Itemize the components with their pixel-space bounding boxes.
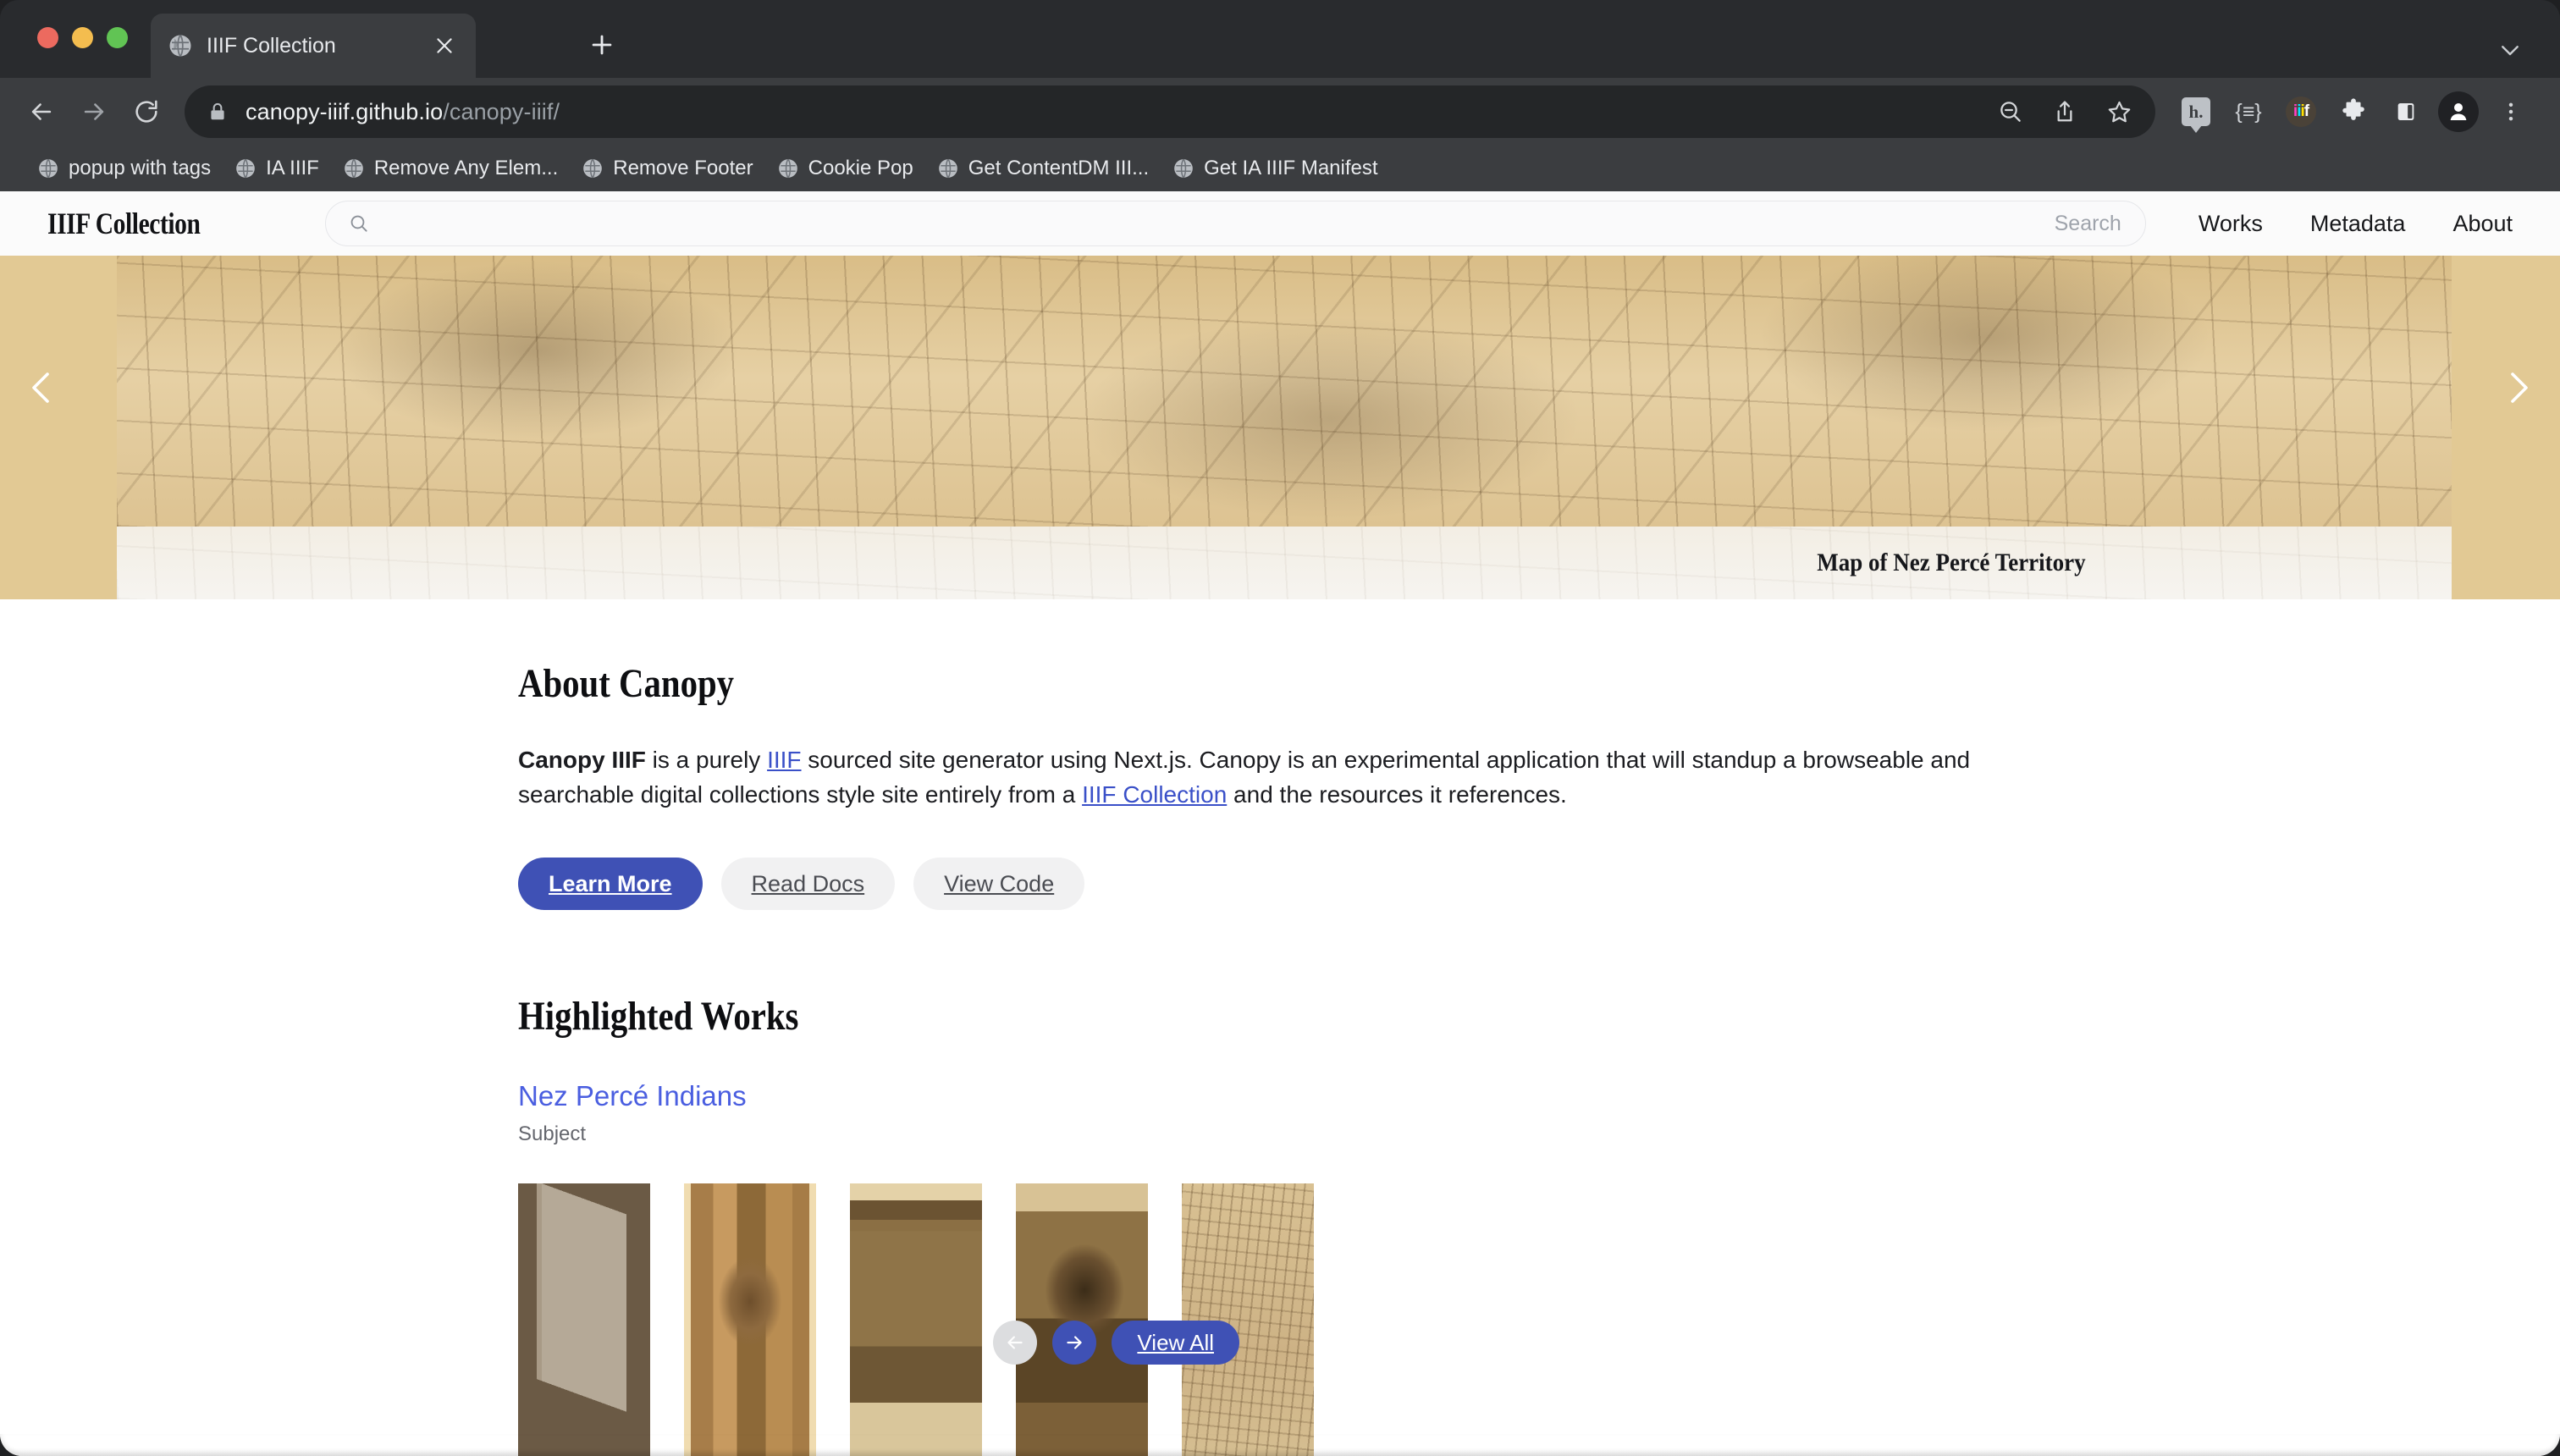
globe-icon bbox=[234, 157, 257, 179]
three-dot-menu-icon[interactable] bbox=[2487, 88, 2535, 135]
browser-toolbar: canopy-iiif.github.io/canopy-iiif/ h. {≡… bbox=[0, 78, 2560, 146]
reload-icon[interactable] bbox=[122, 87, 171, 136]
new-tab-button[interactable] bbox=[581, 24, 623, 66]
url-path: /canopy-iiif/ bbox=[443, 98, 560, 124]
iiif-extension-icon[interactable]: iiif bbox=[2277, 88, 2325, 135]
tab-strip: IIIF Collection bbox=[0, 0, 2560, 78]
highlighted-works-section: Highlighted Works Nez Percé Indians Subj… bbox=[518, 910, 2550, 1146]
learn-more-button[interactable]: Learn More bbox=[518, 858, 703, 910]
highlighted-works-thumbnails bbox=[518, 1183, 2560, 1456]
about-heading: About Canopy bbox=[518, 661, 735, 706]
bookmark-label: IA IIIF bbox=[266, 157, 319, 179]
view-code-button[interactable]: View Code bbox=[913, 858, 1085, 910]
bookmark-item[interactable]: IA IIIF bbox=[223, 152, 331, 185]
extension-icons: h. {≡} iiif bbox=[2172, 88, 2535, 135]
close-window-button[interactable] bbox=[37, 27, 58, 48]
carousel-controls: View All bbox=[993, 1321, 1239, 1365]
bookmarks-bar: popup with tags IA IIIF Remove Any Elem.… bbox=[0, 146, 2560, 191]
nav-item-about[interactable]: About bbox=[2452, 211, 2513, 237]
globe-icon bbox=[168, 33, 193, 58]
browser-tab[interactable]: IIIF Collection bbox=[151, 14, 476, 78]
view-all-button[interactable]: View All bbox=[1112, 1321, 1239, 1365]
page-viewport: IIIF Collection Search Works Metadata Ab… bbox=[0, 191, 2560, 1456]
hero-carousel: Map of Nez Percé Territory bbox=[0, 256, 2560, 599]
about-section: About Canopy Canopy IIIF is a purely III… bbox=[518, 599, 2550, 910]
page-bottom-shadow bbox=[0, 1448, 2560, 1456]
window-traffic-lights bbox=[37, 27, 128, 48]
bookmark-item[interactable]: popup with tags bbox=[25, 152, 223, 185]
search-input[interactable]: Search bbox=[325, 201, 2146, 246]
omnibox-actions bbox=[1986, 85, 2143, 138]
lock-icon bbox=[207, 101, 229, 123]
maximize-window-button[interactable] bbox=[107, 27, 128, 48]
work-thumbnail[interactable] bbox=[684, 1183, 816, 1456]
bookmark-label: Get IA IIIF Manifest bbox=[1204, 157, 1378, 179]
bookmark-label: Cookie Pop bbox=[808, 157, 913, 179]
bookmark-label: popup with tags bbox=[69, 157, 212, 179]
search-label: Search bbox=[2054, 211, 2121, 235]
zoom-out-icon[interactable] bbox=[1986, 87, 2035, 136]
hero-image[interactable] bbox=[117, 256, 2452, 527]
hypothesis-extension-icon[interactable]: h. bbox=[2172, 88, 2220, 135]
globe-icon bbox=[582, 157, 604, 179]
about-text-3: and the resources it references. bbox=[1227, 781, 1567, 808]
nav-item-metadata[interactable]: Metadata bbox=[2310, 211, 2406, 237]
hero-image-fade bbox=[117, 527, 2452, 599]
work-thumbnail[interactable] bbox=[1182, 1183, 1314, 1456]
site-header: IIIF Collection Search Works Metadata Ab… bbox=[0, 191, 2560, 256]
url-text: canopy-iiif.github.io/canopy-iiif/ bbox=[246, 99, 560, 125]
about-paragraph: Canopy IIIF is a purely IIIF sourced sit… bbox=[518, 742, 2008, 812]
url-domain: canopy-iiif.github.io bbox=[246, 98, 444, 124]
about-strong: Canopy IIIF bbox=[518, 747, 646, 773]
bookmark-label: Remove Any Elem... bbox=[373, 157, 559, 179]
chevron-left-icon[interactable] bbox=[19, 364, 66, 411]
carousel-prev-button[interactable] bbox=[993, 1321, 1038, 1365]
iiif-link[interactable]: IIIF bbox=[767, 747, 801, 773]
read-docs-button[interactable]: Read Docs bbox=[720, 858, 896, 910]
work-thumbnail[interactable] bbox=[518, 1183, 650, 1456]
work-thumbnail[interactable] bbox=[1016, 1183, 1148, 1456]
bookmark-label: Get ContentDM III... bbox=[968, 157, 1150, 179]
browser-window: IIIF Collection canopy-iiif.github.io/ca bbox=[0, 0, 2560, 1456]
chevron-down-icon[interactable] bbox=[2497, 37, 2523, 63]
globe-icon bbox=[343, 157, 365, 179]
minimize-window-button[interactable] bbox=[72, 27, 93, 48]
work-thumbnail[interactable] bbox=[850, 1183, 982, 1456]
highlighted-works-heading: Highlighted Works bbox=[518, 994, 799, 1039]
bookmark-label: Remove Footer bbox=[613, 157, 753, 179]
star-icon[interactable] bbox=[2094, 87, 2143, 136]
search-icon bbox=[348, 212, 370, 234]
globe-icon bbox=[777, 157, 799, 179]
share-icon[interactable] bbox=[2040, 87, 2089, 136]
iiif-collection-link[interactable]: IIIF Collection bbox=[1082, 781, 1227, 808]
about-button-row: Learn More Read Docs View Code bbox=[518, 858, 2550, 910]
page-content: About Canopy Canopy IIIF is a purely III… bbox=[0, 599, 2560, 1456]
globe-icon bbox=[1172, 157, 1194, 179]
address-bar[interactable]: canopy-iiif.github.io/canopy-iiif/ bbox=[185, 85, 2155, 138]
extensions-puzzle-icon[interactable] bbox=[2330, 88, 2377, 135]
about-text-1: is a purely bbox=[645, 747, 768, 773]
bookmark-item[interactable]: Get ContentDM III... bbox=[925, 152, 1161, 185]
json-viewer-extension-icon[interactable]: {≡} bbox=[2225, 88, 2272, 135]
bookmark-item[interactable]: Cookie Pop bbox=[765, 152, 925, 185]
nav-item-works[interactable]: Works bbox=[2199, 211, 2263, 237]
side-panel-icon[interactable] bbox=[2382, 88, 2430, 135]
close-icon[interactable] bbox=[430, 31, 459, 60]
site-nav: Works Metadata About bbox=[2199, 211, 2513, 237]
carousel-next-button[interactable] bbox=[1052, 1321, 1097, 1365]
account-icon[interactable] bbox=[2435, 88, 2482, 135]
back-arrow-icon[interactable] bbox=[17, 87, 66, 136]
globe-icon bbox=[37, 157, 59, 179]
bookmark-item[interactable]: Get IA IIIF Manifest bbox=[1161, 152, 1389, 185]
bookmark-item[interactable]: Remove Any Elem... bbox=[331, 152, 570, 185]
bookmark-item[interactable]: Remove Footer bbox=[570, 152, 764, 185]
site-logo[interactable]: IIIF Collection bbox=[47, 206, 201, 241]
hero-caption: Map of Nez Percé Territory bbox=[1817, 549, 2086, 576]
tab-title: IIIF Collection bbox=[207, 33, 336, 58]
facet-type-label: Subject bbox=[518, 1122, 587, 1145]
globe-icon bbox=[937, 157, 959, 179]
forward-arrow-icon[interactable] bbox=[69, 87, 119, 136]
chevron-right-icon[interactable] bbox=[2494, 364, 2541, 411]
facet-link[interactable]: Nez Percé Indians bbox=[518, 1080, 747, 1112]
